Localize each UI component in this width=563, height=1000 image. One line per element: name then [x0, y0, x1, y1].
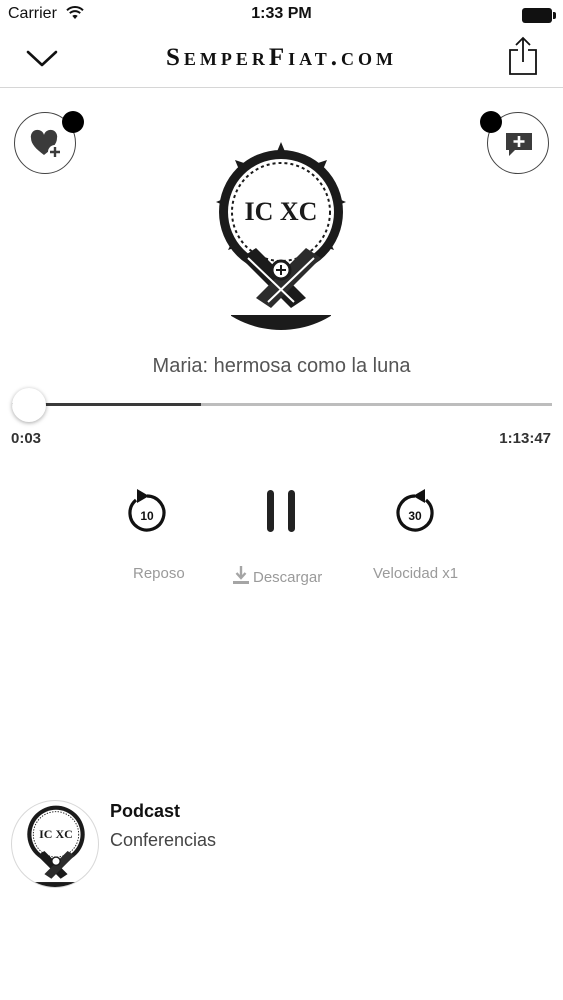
- rewind-10-icon: 10: [128, 489, 166, 532]
- time-elapsed: 0:03: [11, 430, 42, 447]
- rewind-10-button[interactable]: 10: [124, 486, 170, 536]
- pause-button[interactable]: [264, 488, 298, 534]
- podcast-thumbnail: IC XC: [11, 800, 99, 888]
- nav-bar: SemperFiat.com: [0, 30, 563, 88]
- podcast-subtitle: Conferencias: [110, 830, 217, 850]
- speed-button[interactable]: Velocidad x1: [373, 565, 458, 582]
- heart-plus-icon: [30, 129, 62, 159]
- forward-30-icon: 30: [396, 489, 434, 532]
- pause-icon: [267, 490, 295, 532]
- podcast-monogram: IC XC: [39, 827, 73, 841]
- share-icon[interactable]: [506, 36, 540, 76]
- forward-30-button[interactable]: 30: [392, 486, 438, 536]
- download-button[interactable]: Descargar: [233, 565, 322, 586]
- comment-badge: [480, 111, 502, 133]
- artwork-monogram: IC XC: [245, 197, 318, 226]
- time-total: 1:13:47: [499, 430, 551, 447]
- download-label: Descargar: [253, 569, 323, 586]
- podcast-card[interactable]: IC XC Podcast Conferencias: [0, 795, 563, 895]
- battery-icon: [522, 8, 556, 23]
- favorite-badge: [62, 111, 84, 133]
- comment-plus-icon: [506, 133, 532, 156]
- status-time: 1:33 PM: [251, 5, 312, 22]
- brand-logo: SemperFiat.com: [165, 44, 398, 71]
- repose-button[interactable]: Reposo: [133, 565, 185, 582]
- download-icon: [233, 566, 249, 584]
- track-title: Maria: hermosa como la luna: [152, 355, 411, 377]
- podcast-title: Podcast: [110, 801, 181, 821]
- icxc-emblem-icon: IC XC: [216, 142, 346, 330]
- forward-seconds: 30: [408, 509, 422, 523]
- icxc-emblem-icon: IC XC: [27, 805, 85, 887]
- rewind-seconds: 10: [140, 509, 154, 523]
- progress-thumb[interactable]: [12, 388, 46, 422]
- progress-slider[interactable]: [12, 388, 552, 422]
- status-bar: Carrier 1:33 PM: [0, 0, 563, 30]
- album-artwork: IC XC: [186, 140, 376, 330]
